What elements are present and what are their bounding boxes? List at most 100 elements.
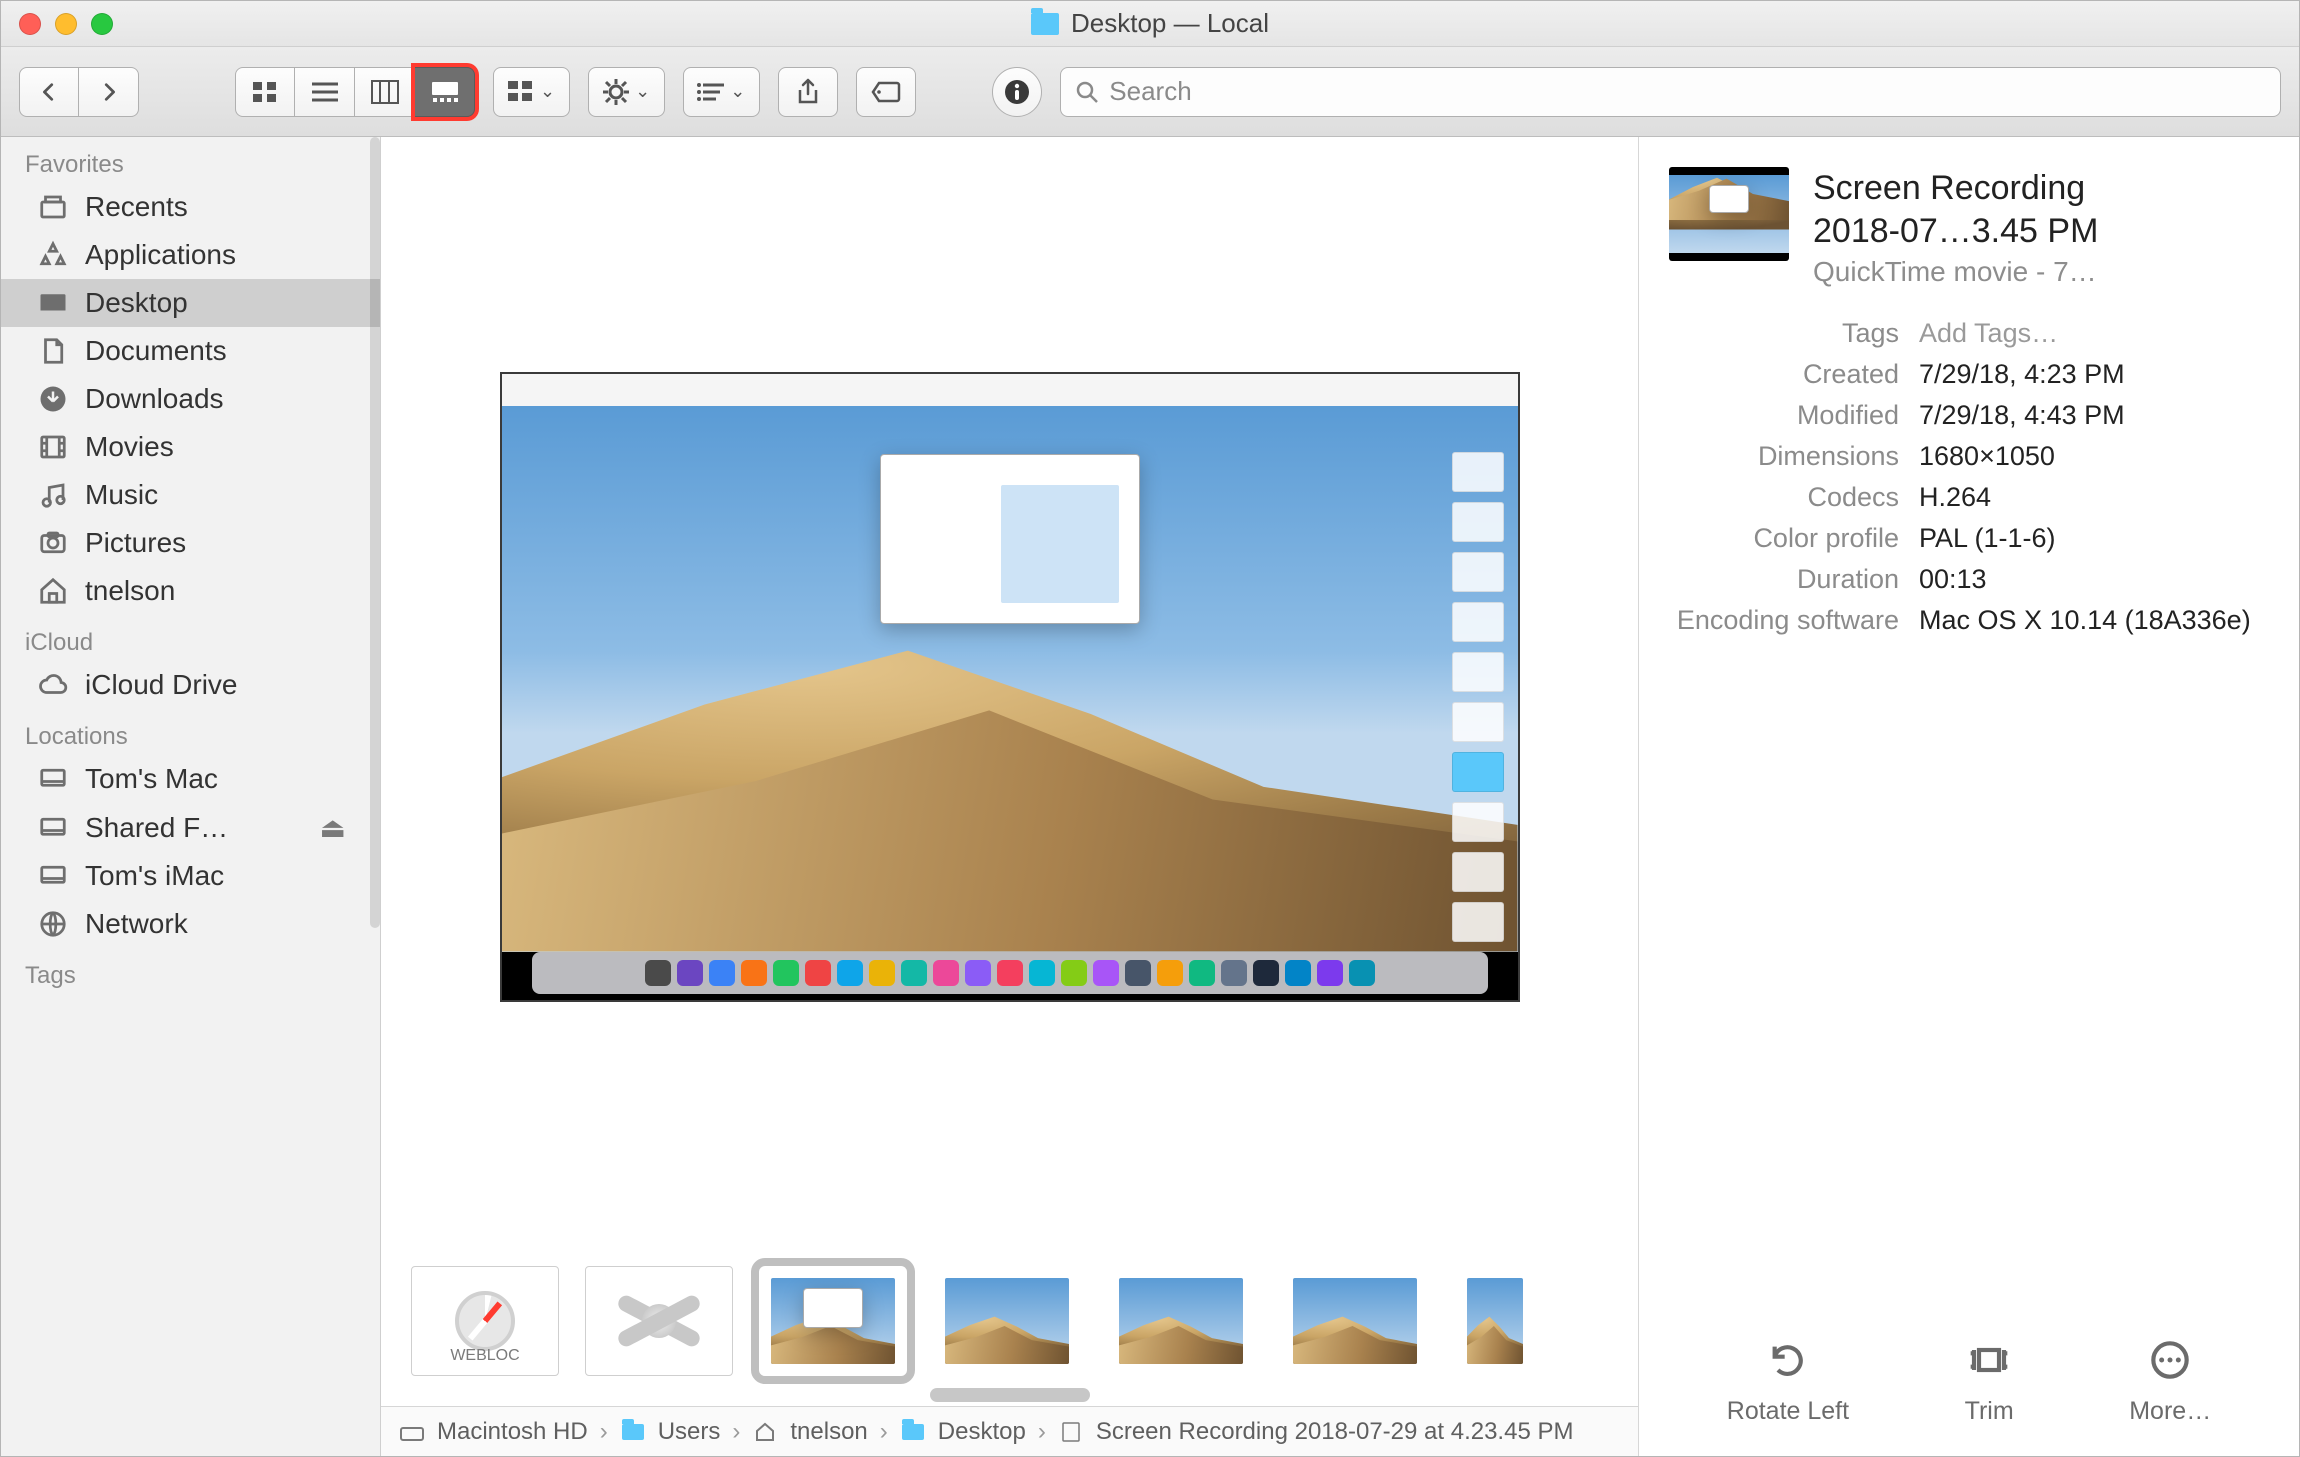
sidebar-item-pictures[interactable]: Pictures <box>1 519 380 567</box>
sidebar-item-label: Movies <box>85 431 174 463</box>
sidebar-item-label: Documents <box>85 335 227 367</box>
filmstrip-item-image[interactable] <box>1455 1266 1535 1376</box>
filmstrip-scrollbar[interactable] <box>930 1388 1090 1402</box>
toolbar: ⌄ ⌄ ⌄ Search <box>1 47 2299 137</box>
forward-button[interactable] <box>79 67 139 117</box>
inspector-actions: Rotate Left Trim More… <box>1669 1307 2269 1436</box>
filmstrip-item-image[interactable] <box>1281 1266 1429 1376</box>
filmstrip[interactable]: WEBLOC <box>381 1236 1638 1406</box>
list-view-button[interactable] <box>295 67 355 117</box>
rotate-left-button[interactable]: Rotate Left <box>1727 1337 1849 1426</box>
recents-icon <box>37 191 69 223</box>
drive-icon <box>399 1421 425 1443</box>
sidebar-item-label: Pictures <box>85 527 186 559</box>
meta-value: 7/29/18, 4:43 PM <box>1919 400 2269 431</box>
edit-tags-button[interactable] <box>856 67 916 117</box>
movies-icon <box>37 431 69 463</box>
meta-key: Encoding software <box>1669 605 1899 636</box>
meta-key: Duration <box>1669 564 1899 595</box>
downloads-icon <box>37 383 69 415</box>
sidebar-item-toms-imac[interactable]: Tom's iMac <box>1 852 380 900</box>
sidebar-item-toms-mac[interactable]: Tom's Mac <box>1 755 380 803</box>
trim-button[interactable]: Trim <box>1965 1337 2014 1426</box>
arrange-button[interactable]: ⌄ <box>683 67 760 117</box>
filmstrip-item-movie[interactable] <box>759 1266 907 1376</box>
preview-wallpaper <box>502 406 1518 952</box>
minimize-window-button[interactable] <box>55 13 77 35</box>
sidebar-item-icloud-drive[interactable]: iCloud Drive <box>1 661 380 709</box>
filmstrip-item-webloc[interactable]: WEBLOC <box>411 1266 559 1376</box>
inspector-subtitle: QuickTime movie - 7… <box>1813 256 2098 288</box>
chevron-right-icon: › <box>732 1418 740 1446</box>
desktop-icon <box>37 287 69 319</box>
gallery-view-button[interactable] <box>415 67 475 117</box>
sidebar-item-downloads[interactable]: Downloads <box>1 375 380 423</box>
sidebar-item-label: Downloads <box>85 383 224 415</box>
more-icon <box>2147 1337 2193 1383</box>
chevron-right-icon <box>98 81 120 103</box>
meta-value: H.264 <box>1919 482 2269 513</box>
pathbar: Macintosh HD › Users › tnelson › Desktop… <box>381 1406 1638 1456</box>
icon-view-button[interactable] <box>235 67 295 117</box>
gallery-view-icon <box>431 81 459 103</box>
more-button[interactable]: More… <box>2129 1337 2211 1426</box>
window-controls <box>1 13 113 35</box>
folder-icon <box>900 1421 926 1443</box>
column-view-button[interactable] <box>355 67 415 117</box>
sidebar-item-desktop[interactable]: Desktop <box>1 279 380 327</box>
meta-value: 7/29/18, 4:23 PM <box>1919 359 2269 390</box>
pathbar-segment[interactable]: tnelson <box>790 1418 867 1446</box>
sidebar-item-recents[interactable]: Recents <box>1 183 380 231</box>
pathbar-segment[interactable]: Users <box>658 1418 721 1446</box>
filmstrip-item-image[interactable] <box>933 1266 1081 1376</box>
sidebar-scrollbar[interactable] <box>370 137 380 928</box>
inspector-metadata: Tags Add Tags… Created 7/29/18, 4:23 PM … <box>1669 318 2269 636</box>
close-window-button[interactable] <box>19 13 41 35</box>
preview-frame[interactable] <box>500 372 1520 1002</box>
get-info-button[interactable] <box>992 67 1042 117</box>
titlebar: Desktop — Local <box>1 1 2299 47</box>
sidebar-item-label: Network <box>85 908 188 940</box>
inspector-thumbnail <box>1669 167 1789 261</box>
pathbar-segment[interactable]: Desktop <box>938 1418 1026 1446</box>
sidebar-item-network[interactable]: Network <box>1 900 380 948</box>
movie-file-icon <box>1058 1421 1084 1443</box>
group-by-icon <box>508 81 534 103</box>
filmstrip-item-image[interactable] <box>1107 1266 1255 1376</box>
chevron-right-icon: › <box>1038 1418 1046 1446</box>
network-icon <box>37 908 69 940</box>
filmstrip-item-app[interactable] <box>585 1266 733 1376</box>
action-menu-button[interactable]: ⌄ <box>588 67 665 117</box>
home-icon <box>37 575 69 607</box>
sidebar-item-shared-folder[interactable]: Shared F… ⏏ <box>1 803 380 852</box>
eject-icon[interactable]: ⏏ <box>320 811 346 844</box>
sidebar-item-home[interactable]: tnelson <box>1 567 380 615</box>
fullscreen-window-button[interactable] <box>91 13 113 35</box>
back-button[interactable] <box>19 67 79 117</box>
inspector-header: Screen Recording 2018-07…3.45 PM QuickTi… <box>1669 167 2269 288</box>
meta-key: Codecs <box>1669 482 1899 513</box>
sidebar-item-documents[interactable]: Documents <box>1 327 380 375</box>
search-field[interactable]: Search <box>1060 67 2281 117</box>
finder-window: Desktop — Local <box>0 0 2300 1457</box>
sidebar: Favorites Recents Applications Desktop D… <box>1 137 381 1456</box>
sidebar-item-label: Tom's iMac <box>85 860 224 892</box>
share-button[interactable] <box>778 67 838 117</box>
group-by-button[interactable]: ⌄ <box>493 67 570 117</box>
chevron-right-icon: › <box>600 1418 608 1446</box>
meta-value-tags[interactable]: Add Tags… <box>1919 318 2269 349</box>
sidebar-item-label: Desktop <box>85 287 188 319</box>
sidebar-item-music[interactable]: Music <box>1 471 380 519</box>
window-title: Desktop — Local <box>1 8 2299 39</box>
pathbar-segment[interactable]: Screen Recording 2018-07-29 at 4.23.45 P… <box>1096 1418 1574 1446</box>
content-area: WEBLOC <box>381 137 1639 1456</box>
filmstrip-item-label: WEBLOC <box>412 1347 558 1365</box>
gear-icon <box>603 79 629 105</box>
column-view-icon <box>372 81 398 103</box>
sidebar-item-applications[interactable]: Applications <box>1 231 380 279</box>
gallery-preview <box>381 137 1638 1236</box>
pathbar-segment[interactable]: Macintosh HD <box>437 1418 588 1446</box>
chevron-down-icon: ⌄ <box>635 81 650 102</box>
main: WEBLOC <box>381 137 2299 1456</box>
sidebar-item-movies[interactable]: Movies <box>1 423 380 471</box>
